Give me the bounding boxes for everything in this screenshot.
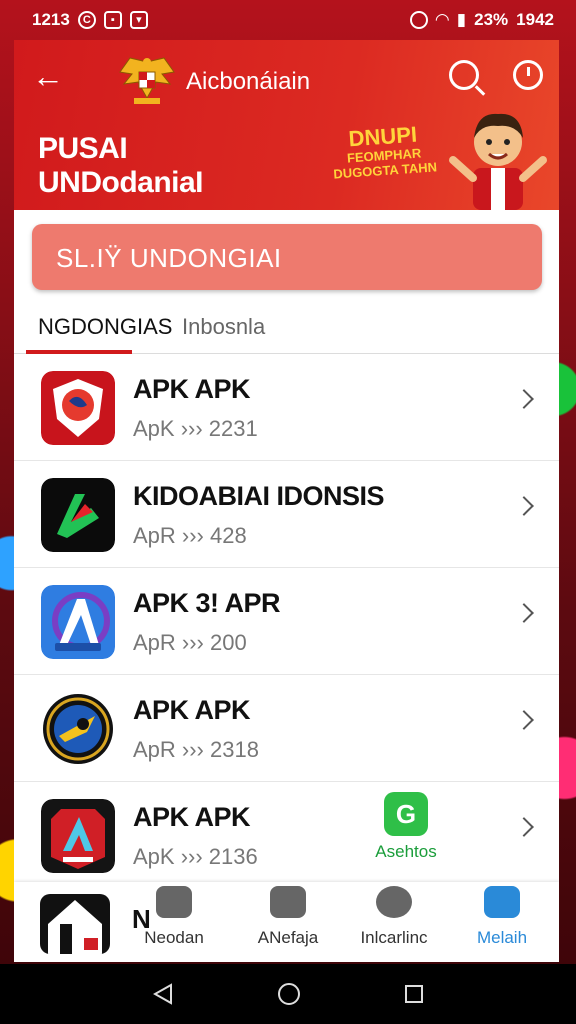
back-arrow-icon[interactable]: ←	[32, 60, 64, 92]
chevron-right-icon	[514, 603, 534, 623]
blue-a-app-icon	[41, 585, 115, 659]
brand-name: Aicbonáiain	[186, 68, 311, 95]
chevron-right-icon	[514, 389, 534, 409]
tab-bar: NGDONGIAS Inbosnla	[14, 302, 559, 354]
notification-c-icon: C	[77, 11, 96, 29]
search-icon[interactable]	[449, 60, 479, 90]
chat-icon	[156, 886, 192, 918]
list-item[interactable]: APK APK ApK ››› 2231	[14, 354, 559, 461]
recents-square-icon[interactable]	[405, 985, 424, 1003]
circle-emblem-app-icon	[41, 692, 115, 766]
system-nav-bar	[0, 964, 576, 1024]
mascot-boy-illustration	[449, 113, 547, 210]
chevron-right-icon	[514, 496, 534, 516]
profile-icon	[484, 886, 520, 918]
header: ← Aicbonáiain PUSAI UNDodaniaI DNUPI FEO…	[14, 40, 559, 210]
clock-search-icon[interactable]	[513, 60, 543, 90]
nav-label: Neodan	[144, 928, 204, 947]
list-item[interactable]: KIDOABIAI IDONSIS ApR ››› 428	[14, 461, 559, 568]
app-meta: ApK ››› 2231	[133, 416, 258, 441]
search-input[interactable]: SL.IŸ UNDONGIAI	[32, 224, 542, 290]
promo-banner-text: DNUPI FEOMPHAR DUGOGTA TAHN	[330, 122, 438, 182]
list-item[interactable]: APK APK ApK ››› 2136	[14, 782, 559, 889]
app-name: APK 3! APR	[133, 588, 281, 618]
green-lock-icon: G	[384, 792, 428, 836]
battery-level: 23%	[474, 10, 509, 29]
notification-download-icon: ▾	[129, 11, 148, 29]
notification-app-icon: ▪	[103, 11, 122, 29]
message-icon	[376, 886, 412, 918]
tab-inbosnla[interactable]: Inbosnla	[182, 314, 265, 340]
back-triangle-icon[interactable]	[152, 983, 173, 1005]
app-list: APK APK ApK ››› 2231 KIDOABIAI IDONSIS A…	[14, 354, 559, 889]
shield-app-icon	[41, 371, 115, 445]
app-name: APK APK	[133, 802, 251, 832]
app-meta: ApR ››› 428	[133, 523, 247, 548]
list-item[interactable]: APK 3! APR ApR ››› 200	[14, 568, 559, 675]
wifi-icon: ◠	[435, 10, 449, 29]
app-meta: ApR ››› 200	[133, 630, 247, 655]
floating-app-badge[interactable]: G Asehtos	[366, 792, 446, 862]
floating-badge-label: Asehtos	[375, 842, 437, 861]
green-arrow-app-icon	[41, 478, 115, 552]
nav-label: Inlcarlinc	[360, 928, 428, 947]
nav-melaih[interactable]: Melaih	[452, 886, 552, 948]
chevron-right-icon	[514, 710, 534, 730]
red-x-app-icon	[41, 799, 115, 873]
app-meta: ApK ››› 2136	[133, 844, 258, 869]
camera-icon	[270, 886, 306, 918]
list-item[interactable]: APK APK ApR ››› 2318	[14, 675, 559, 782]
app-screen: ← Aicbonáiain PUSAI UNDodaniaI DNUPI FEO…	[14, 40, 559, 962]
bottom-nav: N Neodan ANefaja Inlcarlinc Melaih	[14, 882, 559, 962]
nav-anefaja[interactable]: ANefaja	[238, 886, 338, 948]
status-clock-right: 1942	[516, 10, 554, 29]
status-bar: 1213 C ▪ ▾ ◠ ▮ 23% 1942	[0, 0, 576, 40]
nav-label: ANefaja	[257, 928, 319, 947]
app-name: KIDOABIAI IDONSIS	[133, 481, 385, 511]
status-time: 1213	[32, 10, 70, 29]
nav-label: Melaih	[476, 928, 528, 947]
signal-icon: ▮	[456, 10, 467, 29]
house-app-icon	[40, 894, 110, 954]
app-name: APK APK	[133, 695, 251, 725]
page-title: PUSAI UNDodaniaI	[38, 132, 204, 199]
app-meta: ApR ››› 2318	[133, 737, 259, 762]
tab-ngdongias[interactable]: NGDONGIAS	[38, 314, 172, 340]
app-name: APK APK	[133, 374, 251, 404]
home-circle-icon[interactable]	[277, 983, 300, 1005]
garuda-emblem-icon	[119, 57, 175, 104]
nav-neodan[interactable]: Neodan	[124, 886, 224, 948]
alarm-icon	[409, 11, 428, 29]
chevron-right-icon	[514, 817, 534, 837]
nav-inlcarlinc[interactable]: Inlcarlinc	[344, 886, 444, 948]
